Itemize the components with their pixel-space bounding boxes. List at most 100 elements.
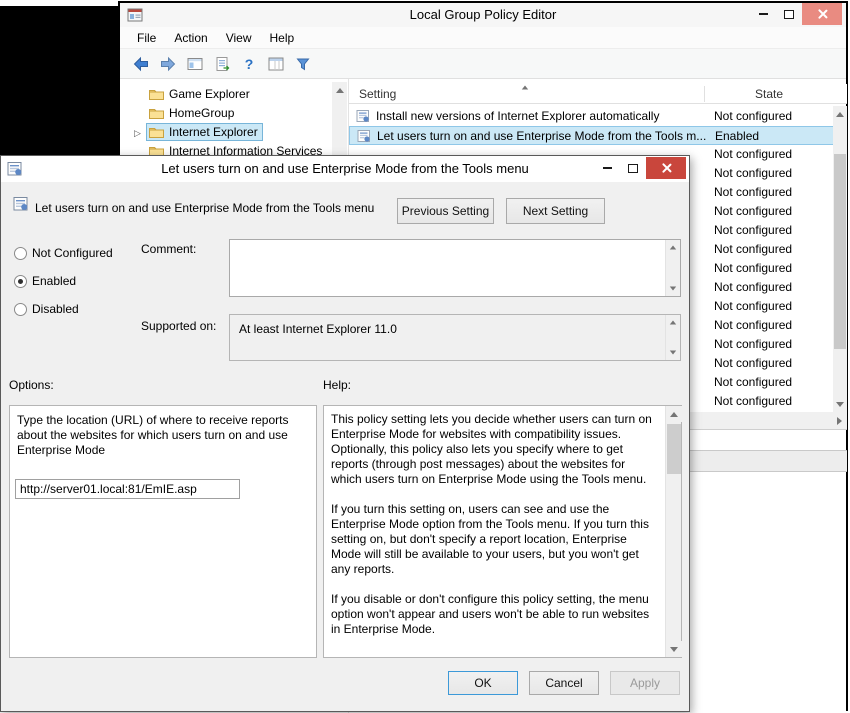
supported-on-value: At least Internet Explorer 11.0 <box>239 322 397 336</box>
setting-row-state[interactable]: Not configured <box>714 259 832 278</box>
sort-ascending-icon <box>522 86 528 90</box>
filter-icon[interactable] <box>294 55 312 73</box>
dialog-titlebar[interactable]: Let users turn on and use Enterprise Mod… <box>1 156 689 182</box>
setting-row-state[interactable]: Not configured <box>714 183 832 202</box>
triangle-up-icon <box>336 88 344 93</box>
menu-file[interactable]: File <box>128 28 165 48</box>
triangle-right-icon <box>837 417 842 425</box>
setting-row-state[interactable]: Not configured <box>714 164 832 183</box>
setting-state: Not configured <box>714 109 792 123</box>
setting-row-state[interactable]: Not configured <box>714 316 832 335</box>
help-paragraph: This policy setting lets you decide whet… <box>331 412 659 487</box>
console-window-icon[interactable] <box>267 55 285 73</box>
setting-name: Install new versions of Internet Explore… <box>376 109 659 123</box>
gpe-window-title: Local Group Policy Editor <box>120 3 846 27</box>
help-paragraph: If you disable or don't configure this p… <box>331 592 659 637</box>
radio-disabled-label[interactable]: Disabled <box>32 303 79 316</box>
column-header-setting[interactable]: Setting <box>359 87 396 101</box>
next-setting-button[interactable]: Next Setting <box>506 198 605 224</box>
setting-row-state[interactable]: Not configured <box>714 392 832 411</box>
setting-row-state[interactable]: Not configured <box>714 202 832 221</box>
export-list-icon[interactable] <box>213 55 231 73</box>
scrollbar-thumb[interactable] <box>834 154 846 349</box>
scroll-down-button[interactable] <box>666 641 682 657</box>
scroll-up-button[interactable] <box>833 106 847 122</box>
setting-row-state[interactable]: Not configured <box>714 221 832 240</box>
tree-item-internet-explorer[interactable]: Internet Explorer <box>134 122 263 141</box>
setting-row-state[interactable]: Not configured <box>714 373 832 392</box>
list-header: Setting State <box>349 84 847 104</box>
tree-node: HomeGroup <box>146 104 239 122</box>
tree-item-game-explorer[interactable]: Game Explorer <box>134 84 255 103</box>
setting-row-install-new-versions[interactable]: Install new versions of Internet Explore… <box>349 107 834 126</box>
policy-name: Let users turn on and use Enterprise Mod… <box>35 201 374 215</box>
report-url-input[interactable] <box>15 479 240 499</box>
close-icon <box>661 163 671 173</box>
setting-row-state[interactable]: Not configured <box>714 240 832 259</box>
screen: Local Group Policy Editor File Action Vi… <box>0 0 850 713</box>
setting-row-state[interactable]: Not configured <box>714 354 832 373</box>
setting-row-state[interactable]: Not configured <box>714 278 832 297</box>
gpe-menubar: File Action View Help <box>120 27 846 49</box>
scroll-right-button[interactable] <box>831 412 847 429</box>
scroll-up-button[interactable] <box>666 406 682 422</box>
minimize-icon <box>759 13 768 15</box>
help-icon[interactable] <box>240 55 258 73</box>
tree-item-label: Game Explorer <box>169 87 250 101</box>
help-scrollbar[interactable] <box>665 406 681 657</box>
triangle-up-icon <box>836 112 844 117</box>
triangle-down-icon <box>670 647 678 652</box>
setting-name: Let users turn on and use Enterprise Mod… <box>377 129 706 143</box>
export-list-glyph <box>213 55 231 73</box>
radio-not-configured-label[interactable]: Not Configured <box>32 247 113 260</box>
maximize-button[interactable] <box>620 157 646 179</box>
options-description: Type the location (URL) of where to rece… <box>17 413 309 458</box>
gpe-titlebar[interactable]: Local Group Policy Editor <box>120 3 846 27</box>
comment-textarea[interactable] <box>229 239 681 297</box>
scroll-down-button[interactable] <box>833 396 847 412</box>
minimize-button[interactable] <box>594 157 620 179</box>
scroll-up-button[interactable] <box>332 82 347 98</box>
triangle-up-icon <box>670 321 676 325</box>
setting-row-state[interactable]: Not configured <box>714 297 832 316</box>
show-console-tree-icon[interactable] <box>186 55 204 73</box>
help-text: This policy setting lets you decide whet… <box>331 412 659 652</box>
radio-enabled-label[interactable]: Enabled <box>32 275 76 288</box>
setting-row-state[interactable]: Not configured <box>714 145 832 164</box>
show-console-tree-glyph <box>186 55 204 73</box>
menu-view[interactable]: View <box>217 28 261 48</box>
tree-item-homegroup[interactable]: HomeGroup <box>134 103 239 122</box>
radio-not-configured[interactable] <box>14 247 27 260</box>
previous-setting-button[interactable]: Previous Setting <box>397 198 494 224</box>
close-icon <box>817 9 827 19</box>
policy-setting-glyph <box>13 196 29 212</box>
column-header-state[interactable]: State <box>704 87 834 101</box>
ok-button[interactable]: OK <box>448 671 518 695</box>
triangle-down-icon <box>670 287 676 291</box>
setting-row-state[interactable]: Not configured <box>714 335 832 354</box>
expand-arrow-icon[interactable] <box>134 125 146 139</box>
minimize-button[interactable] <box>750 3 776 25</box>
back-arrow-icon[interactable] <box>132 55 150 73</box>
menu-help[interactable]: Help <box>261 28 304 48</box>
setting-row-enterprise-mode[interactable]: Let users turn on and use Enterprise Mod… <box>349 126 834 145</box>
comment-scrollbar[interactable] <box>665 240 680 296</box>
forward-arrow-icon[interactable] <box>159 55 177 73</box>
scrollbar-thumb[interactable] <box>667 424 681 474</box>
close-button[interactable] <box>646 157 686 179</box>
options-label: Options: <box>9 378 54 392</box>
close-button[interactable] <box>802 3 842 25</box>
gpe-window-controls <box>750 3 842 25</box>
tree-item-label: Internet Explorer <box>169 125 258 139</box>
apply-button[interactable]: Apply <box>610 671 680 695</box>
list-vertical-scrollbar[interactable] <box>833 106 847 412</box>
menu-action[interactable]: Action <box>165 28 216 48</box>
cancel-button[interactable]: Cancel <box>529 671 599 695</box>
radio-disabled[interactable] <box>14 303 27 316</box>
triangle-up-icon <box>670 246 676 250</box>
maximize-button[interactable] <box>776 3 802 25</box>
minimize-icon <box>603 167 612 169</box>
help-panel: This policy setting lets you decide whet… <box>323 405 682 658</box>
radio-enabled[interactable] <box>14 275 27 288</box>
policy-setting-glyph <box>356 109 370 123</box>
